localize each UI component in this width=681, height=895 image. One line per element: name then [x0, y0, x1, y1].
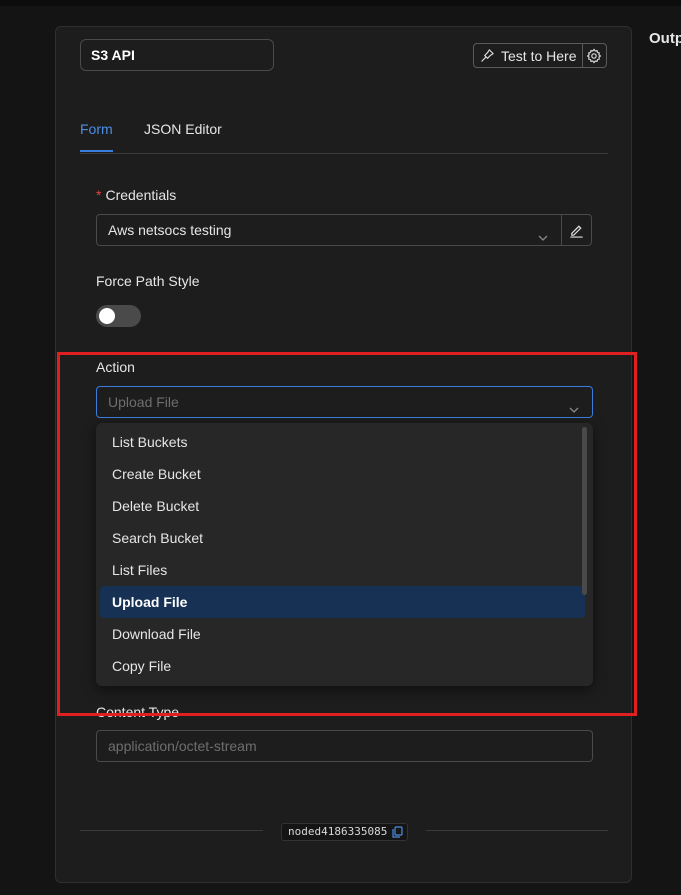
top-bar	[0, 0, 681, 6]
option-search-bucket[interactable]: Search Bucket	[100, 522, 585, 554]
action-placeholder: Upload File	[108, 394, 179, 410]
action-dropdown-menu: List Buckets Create Bucket Delete Bucket…	[96, 423, 593, 686]
option-download-file[interactable]: Download File	[100, 618, 585, 650]
tab-bar: Form JSON Editor	[80, 121, 608, 154]
force-path-style-toggle[interactable]	[96, 305, 141, 327]
required-marker: *	[96, 187, 102, 203]
chevron-down-icon	[537, 224, 549, 254]
option-list-buckets[interactable]: List Buckets	[100, 426, 585, 458]
node-config-panel: S3 API Test to Here Form JSON Editor * Cr…	[55, 26, 632, 883]
test-to-here-button[interactable]: Test to Here	[473, 43, 607, 68]
tab-form[interactable]: Form	[80, 121, 113, 152]
credentials-label-text: Credentials	[105, 187, 177, 203]
footer-divider-right	[426, 830, 608, 831]
output-panel-title: Outp	[649, 30, 681, 47]
test-to-here-label: Test to Here	[501, 47, 577, 64]
option-create-bucket[interactable]: Create Bucket	[100, 458, 585, 490]
option-copy-file[interactable]: Copy File	[100, 650, 585, 682]
content-type-input[interactable]: application/octet-stream	[96, 730, 593, 762]
button-divider	[582, 44, 584, 67]
pencil-icon	[569, 223, 584, 238]
credentials-select[interactable]: Aws netsocs testing	[96, 214, 562, 246]
tab-json-editor[interactable]: JSON Editor	[144, 121, 222, 137]
pin-icon	[480, 48, 495, 63]
footer-divider-left	[80, 830, 263, 831]
force-path-style-label: Force Path Style	[96, 273, 200, 289]
option-upload-file[interactable]: Upload File	[100, 586, 585, 618]
dropdown-scrollbar[interactable]	[582, 427, 587, 595]
node-name-input[interactable]: S3 API	[80, 39, 274, 71]
toggle-knob	[99, 308, 115, 324]
content-type-label: Content Type	[96, 704, 180, 720]
node-id-text: noded4186335085	[288, 825, 388, 838]
gear-icon[interactable]	[586, 48, 602, 64]
option-list-files[interactable]: List Files	[100, 554, 585, 586]
edit-credentials-button[interactable]	[561, 214, 592, 246]
action-label: Action	[96, 359, 135, 375]
option-delete-bucket[interactable]: Delete Bucket	[100, 490, 585, 522]
credentials-label: * Credentials	[96, 187, 176, 203]
copy-icon[interactable]	[392, 826, 403, 838]
node-id-badge: noded4186335085	[281, 823, 408, 841]
chevron-down-icon	[568, 396, 580, 426]
action-select[interactable]: Upload File	[96, 386, 593, 418]
credentials-value: Aws netsocs testing	[108, 222, 232, 238]
